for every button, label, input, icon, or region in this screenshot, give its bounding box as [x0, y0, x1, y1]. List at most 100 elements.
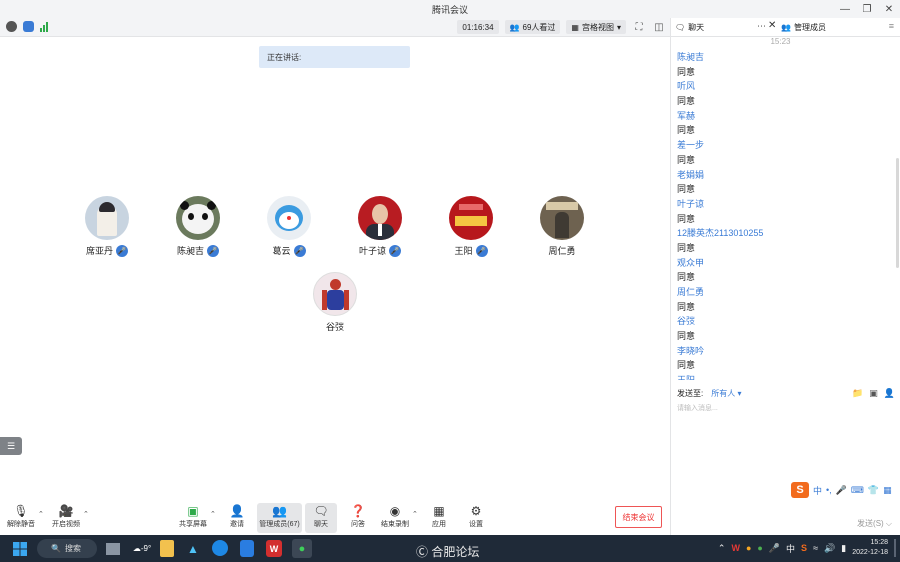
more-icon[interactable]: ⋯ [757, 21, 766, 32]
chat-header: 🗨 聊天 ⋯ ✕ 👥 管理成员 ≡ [671, 18, 900, 37]
app-tray-icon-2[interactable]: ● [757, 543, 762, 553]
wps-tray-icon[interactable]: W [731, 543, 740, 553]
list-icon: ☰ [6, 440, 16, 451]
share-screen-icon: ▣ [187, 504, 199, 518]
app-icon-a[interactable]: ▲ [186, 540, 200, 557]
message-text: 同意 [677, 213, 696, 224]
unmute-button[interactable]: 🎙 解除静音 [3, 503, 39, 529]
watchers-button[interactable]: 👥 69人看过 [504, 20, 561, 34]
qa-button[interactable]: ❓ 问答 [340, 503, 376, 529]
close-icon[interactable]: ✕ [768, 20, 776, 31]
tools-icon[interactable]: ▦ [883, 485, 892, 496]
notification-icon[interactable] [894, 539, 896, 557]
message-sender[interactable]: 周仁勇 [677, 285, 900, 300]
participant-tile[interactable]: 葛云 🎤 [254, 196, 324, 257]
close-icon[interactable]: ✕ [878, 0, 900, 18]
info-icon[interactable] [6, 21, 17, 32]
skin-icon[interactable]: 👕 [868, 485, 879, 496]
tencent-meeting-icon[interactable] [240, 540, 254, 557]
minimize-icon[interactable]: — [834, 0, 856, 18]
message-sender[interactable]: 军赫 [677, 109, 900, 124]
participant-tile[interactable]: 周仁勇 [527, 196, 597, 257]
message-sender[interactable]: 差一步 [677, 138, 900, 153]
chat-button[interactable]: 🗨 聊天 [305, 503, 337, 533]
message-sender[interactable]: 李晓吟 [677, 344, 900, 359]
avatar [540, 196, 584, 240]
folder-icon[interactable]: 📁 [852, 388, 863, 399]
ime-mode[interactable]: 中 [813, 484, 822, 497]
participant-tile[interactable]: 席亚丹 🎤 [72, 196, 142, 257]
signal-icon[interactable] [40, 21, 48, 32]
participant-tile[interactable]: 谷弢 [300, 272, 370, 333]
taskbar-search[interactable]: 🔍 搜索 [37, 539, 97, 558]
scrollbar[interactable] [896, 158, 899, 268]
screenshot-icon[interactable]: ▣ [869, 388, 878, 399]
message-sender[interactable]: 陈昶吉 [677, 50, 900, 65]
message-sender[interactable]: 观众甲 [677, 256, 900, 271]
participant-name: 谷弢 [325, 322, 344, 332]
video-button[interactable]: 🎥 开启视频 [48, 503, 84, 529]
shield-icon[interactable] [23, 21, 34, 32]
restore-icon[interactable]: ❐ [856, 0, 878, 18]
sogou-icon[interactable]: S [791, 482, 809, 498]
message-text: 同意 [677, 154, 696, 165]
invite-button[interactable]: 👤 邀请 [219, 503, 255, 529]
fullscreen-icon[interactable]: ⛶ [632, 20, 646, 34]
participant-tile[interactable]: 王阳 🎤 [436, 196, 506, 257]
participant-list-toggle[interactable]: ☰ [0, 437, 22, 455]
punctuation-icon[interactable]: •, [826, 485, 832, 495]
message-sender[interactable]: 12滕英杰2113010255 [677, 226, 900, 241]
message-sender[interactable]: 谷弢 [677, 314, 900, 329]
mic-tray-icon[interactable]: 🎤 [769, 543, 780, 554]
ime-tray[interactable]: 中 [786, 542, 795, 555]
end-meeting-button[interactable]: 结束会议 [615, 506, 662, 528]
apps-button[interactable]: ▦ 应用 [421, 503, 457, 529]
weather-widget[interactable]: ☁ -9° [130, 540, 154, 557]
app-tray-icon[interactable]: ● [746, 543, 751, 553]
recipient-select[interactable]: 所有人 ▾ [711, 388, 741, 399]
tab-members[interactable]: 👥 管理成员 [777, 22, 826, 33]
manage-members-button[interactable]: 👥 管理成员(67) [257, 503, 302, 533]
title-bar: 腾讯会议 — ❐ ✕ [0, 0, 900, 18]
menu-icon[interactable]: ≡ [889, 21, 894, 31]
chat-timestamp: 15:23 [770, 37, 791, 46]
sogou-tray-icon[interactable]: S [801, 543, 807, 553]
voice-icon[interactable]: 🎤 [836, 485, 847, 496]
caret-up-icon[interactable]: ⌃ [210, 510, 216, 518]
recipient-value: 所有人 [711, 388, 736, 398]
clock[interactable]: 15:28 2022-12-18 [852, 538, 888, 558]
message-sender[interactable]: 叶子谅 [677, 197, 900, 212]
windows-start-icon[interactable] [12, 540, 28, 557]
file-explorer-icon[interactable] [160, 540, 174, 557]
wifi-icon[interactable]: ≈ [813, 543, 818, 553]
volume-icon[interactable]: 🔊 [824, 543, 835, 554]
participant-tile[interactable]: 陈昶吉 🎤 [163, 196, 233, 257]
message-sender[interactable]: 老娟娟 [677, 168, 900, 183]
send-button[interactable]: 发送(S) ⌵ [857, 518, 892, 529]
message-sender[interactable]: 王阳 [677, 373, 900, 380]
caret-up-icon[interactable]: ⌃ [38, 510, 44, 518]
user-icon[interactable]: 👤 [884, 388, 895, 399]
caret-up-icon[interactable]: ⌃ [83, 510, 89, 518]
caret-up-icon[interactable]: ⌃ [412, 510, 418, 518]
sidebar-toggle-icon[interactable]: ◫ [652, 20, 666, 34]
message-text: 同意 [677, 96, 696, 107]
wps-icon[interactable]: W [266, 540, 282, 557]
apps-label: 应用 [432, 521, 446, 528]
browser-icon[interactable] [212, 540, 228, 556]
task-view-icon[interactable] [106, 543, 120, 555]
wechat-icon[interactable]: ● [292, 539, 312, 558]
participant-tile[interactable]: 叶子谅 🎤 [345, 196, 415, 257]
record-button[interactable]: ◉ 结束录制 [377, 503, 413, 529]
settings-button[interactable]: ⚙ 设置 [458, 503, 494, 529]
message-input[interactable]: 请输入消息... [677, 403, 718, 413]
keyboard-icon[interactable]: ⌨ [851, 485, 864, 496]
battery-icon[interactable]: ▮ [841, 543, 846, 554]
view-mode-button[interactable]: ▦ 宫格视图 ▾ [566, 20, 626, 34]
meeting-toolbar: 🎙 解除静音 ⌃ 🎥 开启视频 ⌃ ▣ 共享屏幕 ⌃ 👤 邀请 👥 管理成员(6… [0, 500, 670, 535]
tray-expand-icon[interactable]: ⌃ [718, 543, 726, 554]
message-sender[interactable]: 听风 [677, 79, 900, 94]
video-stage: 正在讲话: 席亚丹 🎤 陈昶吉 🎤 葛云 🎤 叶子谅 🎤 王阳 🎤 周仁勇 谷弢… [0, 37, 670, 500]
share-screen-button[interactable]: ▣ 共享屏幕 [175, 503, 211, 529]
chat-icon: 🗨 [675, 22, 686, 32]
